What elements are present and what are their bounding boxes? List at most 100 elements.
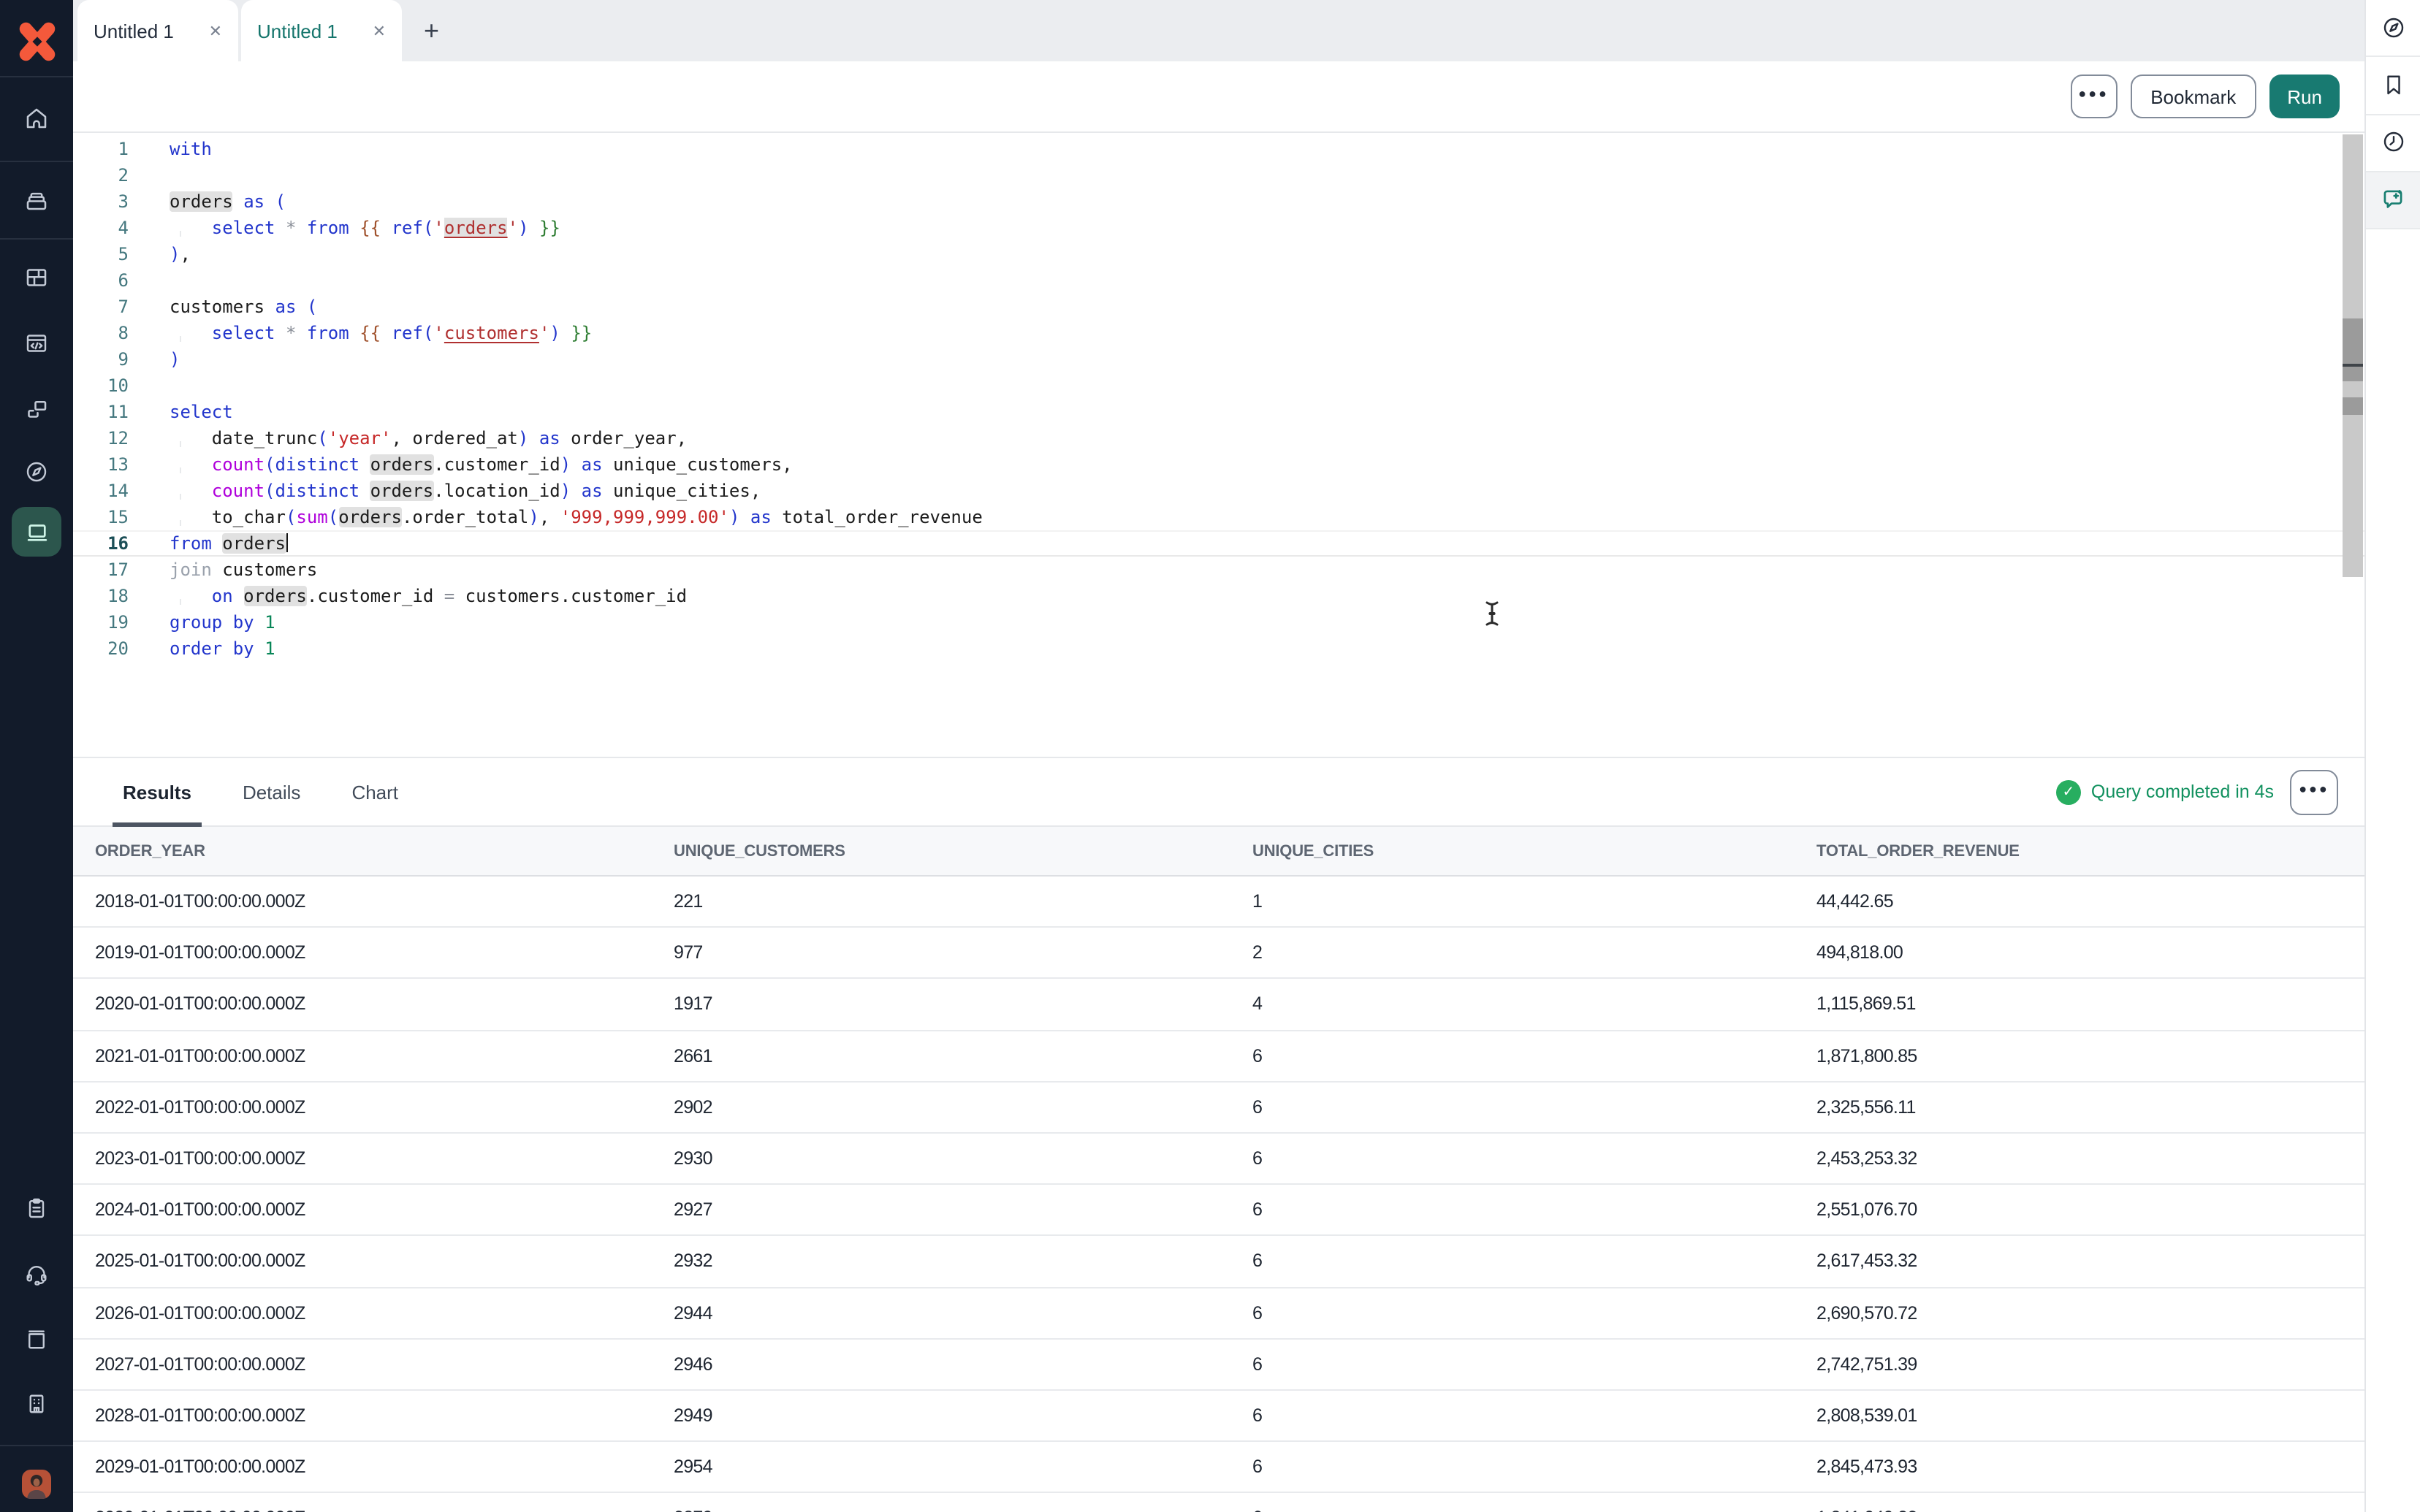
new-tab-button[interactable]: + <box>424 18 439 44</box>
sidebar-item-explore[interactable] <box>0 459 73 485</box>
code-line: 9) <box>73 346 2364 373</box>
tab-label: Untitled 1 <box>257 20 367 42</box>
results-panel: Results Details Chart ✓ Query completed in… <box>73 757 2364 1512</box>
code-line: 8select * from {{ ref('customers') }} <box>73 320 2364 346</box>
code-line: 5), <box>73 241 2364 267</box>
line-number: 11 <box>73 399 129 425</box>
table-row[interactable]: 2023-01-01T00:00:00.000Z293062,453,253.3… <box>73 1134 2364 1185</box>
tab-close-icon[interactable]: ✕ <box>209 21 222 40</box>
line-number: 20 <box>73 635 129 662</box>
table-cell: 2946 <box>674 1354 1252 1375</box>
table-cell: 1,841,049.32 <box>1816 1508 2364 1512</box>
table-cell: 6 <box>1252 1097 1816 1118</box>
sidebar-item-docs[interactable] <box>0 1326 73 1353</box>
table-cell: 6 <box>1252 1405 1816 1426</box>
table-cell: 6 <box>1252 1045 1816 1066</box>
text-caret <box>286 533 287 552</box>
column-header[interactable]: UNIQUE_CUSTOMERS <box>674 842 1252 860</box>
bookmark-button[interactable]: Bookmark <box>2130 75 2256 118</box>
code-text: order by 1 <box>129 635 275 662</box>
docs-book-icon <box>23 1326 50 1353</box>
table-row[interactable]: 2025-01-01T00:00:00.000Z293262,617,453.3… <box>73 1237 2364 1288</box>
column-header[interactable]: UNIQUE_CITIES <box>1252 842 1816 860</box>
table-row[interactable]: 2020-01-01T00:00:00.000Z191741,115,869.5… <box>73 980 2364 1031</box>
run-button[interactable]: Run <box>2269 75 2340 118</box>
table-cell: 2,690,570.72 <box>1816 1302 2364 1323</box>
scroll-position-marker <box>2343 364 2363 367</box>
code-text: date_trunc('year', ordered_at) as order_… <box>129 425 687 451</box>
sql-editor[interactable]: 1with23orders as (4select * from {{ ref(… <box>73 134 2364 757</box>
screens-icon <box>23 396 50 422</box>
column-header[interactable]: TOTAL_ORDER_REVENUE <box>1816 842 2364 860</box>
notebook-tab[interactable]: Untitled 1 ✕ <box>241 0 402 61</box>
line-number: 10 <box>73 373 129 399</box>
sidebar-item-home[interactable] <box>0 105 73 131</box>
notebook-tab[interactable]: Untitled 1✕ <box>77 0 238 61</box>
data-browser-icon <box>23 187 50 213</box>
sidebar-item-apps[interactable] <box>0 264 73 291</box>
ai-chat-icon <box>2379 186 2407 213</box>
more-options-button[interactable]: ●●● <box>2070 75 2117 118</box>
code-line: 16from orders <box>73 530 2364 557</box>
table-row[interactable]: 2018-01-01T00:00:00.000Z221144,442.65 <box>73 877 2364 928</box>
table-row[interactable]: 2026-01-01T00:00:00.000Z294462,690,570.7… <box>73 1288 2364 1339</box>
sidebar-item-support[interactable] <box>0 1261 73 1287</box>
sidebar-item-organization[interactable] <box>0 1391 73 1417</box>
right-item-explore[interactable] <box>2366 15 2420 41</box>
right-sidebar <box>2364 0 2420 1512</box>
code-line: 19group by 1 <box>73 609 2364 635</box>
table-cell: 2,551,076.70 <box>1816 1199 2364 1220</box>
query-status-text: Query completed in 4s <box>2091 782 2274 802</box>
hex-logo-icon <box>12 17 61 65</box>
table-row[interactable]: 2030-01-01T00:00:00.000Z287961,841,049.3… <box>73 1494 2364 1512</box>
table-cell: 2019-01-01T00:00:00.000Z <box>95 943 674 963</box>
sidebar-item-notebook-active[interactable] <box>12 507 61 557</box>
sidebar-item-data-browser[interactable] <box>0 187 73 213</box>
line-number: 14 <box>73 478 129 504</box>
code-text: customers as ( <box>129 294 317 320</box>
right-item-bookmarks[interactable] <box>2366 72 2420 98</box>
right-item-history[interactable] <box>2366 129 2420 155</box>
main-area: Untitled 1✕Untitled 1✕ + ●●● Bookmark Ru… <box>73 0 2364 1512</box>
line-number: 13 <box>73 451 129 478</box>
table-cell: 6 <box>1252 1354 1816 1375</box>
table-cell: 977 <box>674 943 1252 963</box>
table-row[interactable]: 2027-01-01T00:00:00.000Z294662,742,751.3… <box>73 1339 2364 1390</box>
table-row[interactable]: 2021-01-01T00:00:00.000Z266161,871,800.8… <box>73 1031 2364 1082</box>
line-number: 16 <box>73 530 129 557</box>
table-row[interactable]: 2019-01-01T00:00:00.000Z9772494,818.00 <box>73 928 2364 979</box>
code-text <box>129 162 170 188</box>
line-number: 6 <box>73 267 129 294</box>
tab-bar: Untitled 1✕Untitled 1✕ + <box>73 0 2364 61</box>
user-avatar[interactable] <box>0 1470 73 1499</box>
line-number: 7 <box>73 294 129 320</box>
query-status: ✓ Query completed in 4s <box>2056 779 2274 804</box>
org-building-icon <box>23 1391 50 1417</box>
table-row[interactable]: 2029-01-01T00:00:00.000Z295462,845,473.9… <box>73 1442 2364 1493</box>
bookmark-icon <box>2380 72 2406 98</box>
table-cell: 2,742,751.39 <box>1816 1354 2364 1375</box>
sidebar-item-screens[interactable] <box>0 396 73 422</box>
scrollbar-thumb[interactable] <box>2343 397 2363 415</box>
table-row[interactable]: 2024-01-01T00:00:00.000Z292762,551,076.7… <box>73 1185 2364 1236</box>
table-cell: 2025-01-01T00:00:00.000Z <box>95 1251 674 1272</box>
results-tab-details[interactable]: Details <box>243 758 301 825</box>
table-row[interactable]: 2028-01-01T00:00:00.000Z294962,808,539.0… <box>73 1391 2364 1442</box>
table-row[interactable]: 2022-01-01T00:00:00.000Z290262,325,556.1… <box>73 1083 2364 1134</box>
sidebar-divider <box>0 238 73 240</box>
line-number: 19 <box>73 609 129 635</box>
table-cell: 2020-01-01T00:00:00.000Z <box>95 994 674 1015</box>
results-more-button[interactable]: ●●● <box>2290 769 2338 814</box>
table-cell: 2030-01-01T00:00:00.000Z <box>95 1508 674 1512</box>
hex-logo[interactable] <box>0 16 73 66</box>
sidebar-item-code[interactable] <box>0 330 73 356</box>
right-item-ai-assistant[interactable] <box>2366 186 2420 213</box>
scrollbar-thumb[interactable] <box>2343 318 2363 381</box>
results-tab-results[interactable]: Results <box>123 758 191 825</box>
results-tab-chart[interactable]: Chart <box>351 758 398 825</box>
table-cell: 221 <box>674 891 1252 912</box>
sidebar-item-clipboard[interactable] <box>0 1195 73 1221</box>
tab-close-icon[interactable]: ✕ <box>373 21 386 40</box>
editor-scrollbar[interactable] <box>2343 134 2363 577</box>
column-header[interactable]: ORDER_YEAR <box>95 842 674 860</box>
